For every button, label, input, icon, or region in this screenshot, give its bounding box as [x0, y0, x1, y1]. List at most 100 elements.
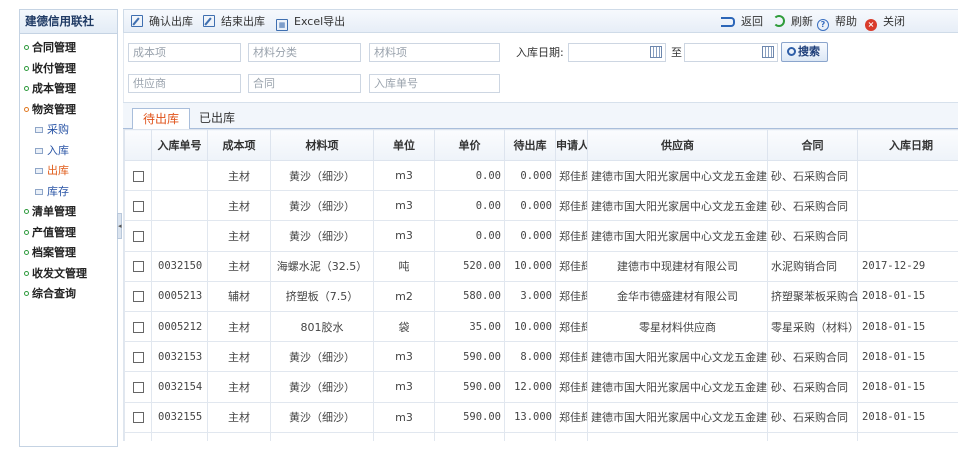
confirm-out-button[interactable]: 确认出库 — [131, 14, 193, 30]
bullet-icon — [24, 106, 29, 112]
sidebar-item-label: 成本管理 — [32, 82, 76, 95]
sidebar-group-9[interactable]: 产值管理 — [20, 223, 117, 244]
table-cell: 主材 — [207, 371, 271, 403]
sidebar-group-3[interactable]: 物资管理 — [20, 100, 117, 121]
material-item-input[interactable]: 材料项 — [369, 43, 500, 62]
in-no-input[interactable]: 入库单号 — [369, 74, 500, 93]
table-row[interactable]: 0005212主材801胶水袋35.0010.000郑佳辉零星材料供应商零星采购… — [124, 310, 958, 343]
contract-input[interactable]: 合同 — [248, 74, 361, 93]
row-checkbox[interactable] — [132, 321, 144, 333]
finish-out-button[interactable]: 结束出库 — [203, 14, 265, 30]
table-cell: 2018-01-15 — [857, 341, 958, 373]
calendar-icon[interactable] — [762, 46, 774, 58]
excel-export-button[interactable]: ▦ Excel导出 — [276, 14, 345, 31]
refresh-icon — [773, 15, 785, 27]
column-header[interactable]: 单价 — [434, 129, 505, 161]
sidebar-collapse-handle[interactable]: ◂ — [117, 213, 122, 239]
table-cell — [151, 190, 208, 222]
table-cell: 郑佳辉 — [555, 280, 588, 312]
table-cell: 520.00 — [434, 250, 505, 282]
table-cell: m3 — [373, 159, 435, 192]
sidebar-group-0[interactable]: 合同管理 — [20, 38, 117, 59]
sidebar-group-11[interactable]: 收发文管理 — [20, 264, 117, 285]
row-checkbox[interactable] — [132, 381, 144, 393]
table-cell: 郑佳辉 — [555, 250, 588, 282]
row-checkbox[interactable] — [132, 230, 144, 242]
row-checkbox[interactable] — [132, 200, 144, 212]
table-cell — [857, 190, 958, 222]
row-checkbox[interactable] — [132, 261, 144, 273]
column-header[interactable]: 入库日期 — [857, 129, 958, 161]
tab-already-out[interactable]: 已出库 — [189, 108, 245, 130]
column-header[interactable]: 单位 — [373, 129, 435, 161]
column-header[interactable]: 供应商 — [587, 129, 768, 161]
in-date-from-input[interactable] — [568, 43, 666, 62]
calendar-icon[interactable] — [650, 46, 662, 58]
table-row[interactable]: 0032155主材黄沙（细沙）m3590.0013.000郑佳辉建德市国大阳光家… — [124, 401, 958, 433]
edit-icon — [203, 15, 215, 27]
bullet-icon — [24, 270, 29, 276]
table-cell: 辅材 — [207, 280, 271, 312]
column-header[interactable]: 合同 — [767, 129, 858, 161]
table-row[interactable]: 主材黄沙（细沙）m30.000.000郑佳辉建德市国大阳光家居中心文龙五金建材商… — [124, 190, 958, 222]
sidebar-group-2[interactable]: 成本管理 — [20, 79, 117, 100]
tab-pending-out[interactable]: 待出库 — [132, 108, 191, 130]
table-row[interactable]: 0032156主材黄沙（细沙）m3590.0010.000郑佳辉建德市国大阳光家… — [124, 431, 958, 441]
search-button[interactable]: 搜索 — [781, 42, 828, 62]
table-row[interactable]: 0032150主材海螺水泥（32.5）吨520.0010.000郑佳辉建德市中现… — [124, 250, 958, 282]
row-checkbox[interactable] — [132, 351, 144, 363]
table-cell: 郑佳辉 — [555, 341, 588, 373]
table-cell: 建德市国大阳光家居中心文龙五金建材商店 — [587, 159, 768, 192]
table-cell: 10.000 — [504, 431, 556, 441]
supplier-input[interactable]: 供应商 — [128, 74, 241, 93]
table-cell: 建德市国大阳光家居中心文龙五金建材商店 — [587, 431, 768, 441]
column-header[interactable]: 成本项 — [207, 129, 271, 161]
table-cell: 8.000 — [504, 341, 556, 373]
help-button[interactable]: ? 帮助 — [817, 14, 857, 31]
table-row[interactable]: 主材黄沙（细沙）m30.000.000郑佳辉建德市国大阳光家居中心文龙五金建材商… — [124, 220, 958, 252]
close-button[interactable]: × 关闭 — [865, 14, 905, 31]
sidebar-item-label: 入库 — [47, 143, 69, 157]
sidebar-item-label: 档案管理 — [32, 246, 76, 259]
sidebar-group-1[interactable]: 收付管理 — [20, 59, 117, 80]
table-cell: 海螺水泥（32.5） — [270, 250, 374, 282]
sidebar-item-label: 采购 — [47, 123, 69, 136]
table-cell: 0032156 — [151, 431, 208, 441]
sidebar-group-10[interactable]: 档案管理 — [20, 243, 117, 264]
table-cell: 砂、石采购合同 — [767, 220, 858, 252]
table-cell: 水泥购销合同 — [767, 250, 858, 282]
sidebar-item-4[interactable]: 采购 — [20, 120, 117, 141]
row-select-cell — [124, 250, 152, 282]
table-row[interactable]: 0032154主材黄沙（细沙）m3590.0012.000郑佳辉建德市国大阳光家… — [124, 371, 958, 403]
back-button[interactable]: 返回 — [721, 14, 763, 30]
sidebar-item-6[interactable]: 出库 — [20, 161, 117, 182]
table-cell: m3 — [373, 401, 435, 433]
column-header[interactable]: 入库单号 — [151, 129, 208, 161]
sidebar-group-8[interactable]: 清单管理 — [20, 202, 117, 223]
refresh-button[interactable]: 刷新 — [773, 14, 813, 30]
material-category-input[interactable]: 材料分类 — [248, 43, 361, 62]
table-cell: 砂、石采购合同 — [767, 431, 858, 441]
refresh-label: 刷新 — [791, 15, 813, 28]
row-checkbox[interactable] — [132, 291, 144, 303]
table-cell: 580.00 — [434, 280, 505, 312]
table-cell: 砂、石采购合同 — [767, 371, 858, 403]
cost-item-input[interactable]: 成本项 — [128, 43, 241, 62]
column-header[interactable]: 待出库 — [504, 129, 556, 161]
column-header[interactable]: 申请人 — [555, 129, 588, 161]
table-cell: 2018-01-15 — [857, 401, 958, 433]
sidebar-item-5[interactable]: 入库 — [20, 141, 117, 162]
table-row[interactable]: 0032153主材黄沙（细沙）m3590.008.000郑佳辉建德市国大阳光家居… — [124, 341, 958, 373]
table-cell: 砂、石采购合同 — [767, 401, 858, 433]
sidebar-item-7[interactable]: 库存 — [20, 182, 117, 203]
sidebar-group-12[interactable]: 综合查询 — [20, 284, 117, 305]
column-header[interactable]: 材料项 — [270, 129, 374, 161]
row-checkbox[interactable] — [132, 412, 144, 424]
list-icon — [35, 168, 43, 174]
table-cell: 590.00 — [434, 431, 505, 441]
row-checkbox[interactable] — [132, 170, 144, 182]
table-row[interactable]: 0005213辅材挤塑板（7.5）m2580.003.000郑佳辉金华市德盛建材… — [124, 280, 958, 312]
excel-icon: ▦ — [276, 19, 288, 31]
table-row[interactable]: 主材黄沙（细沙）m30.000.000郑佳辉建德市国大阳光家居中心文龙五金建材商… — [124, 159, 958, 192]
in-date-to-input[interactable] — [684, 43, 778, 62]
